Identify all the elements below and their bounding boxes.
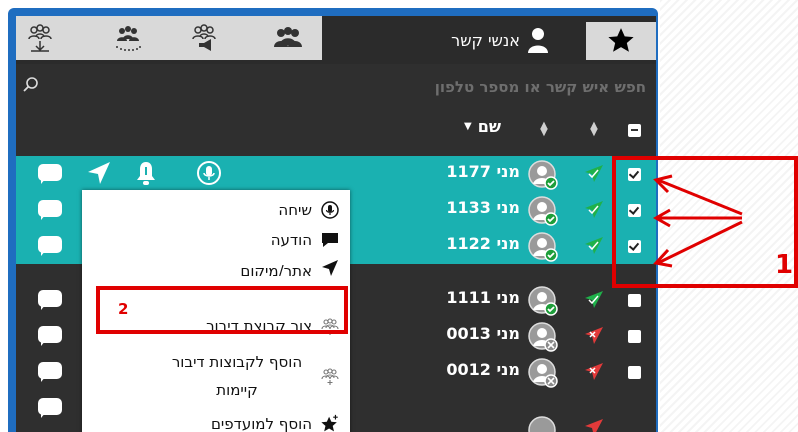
annotation-arrow xyxy=(657,178,743,216)
annotation-arrow xyxy=(657,220,743,265)
annotation-arrows xyxy=(652,174,743,268)
